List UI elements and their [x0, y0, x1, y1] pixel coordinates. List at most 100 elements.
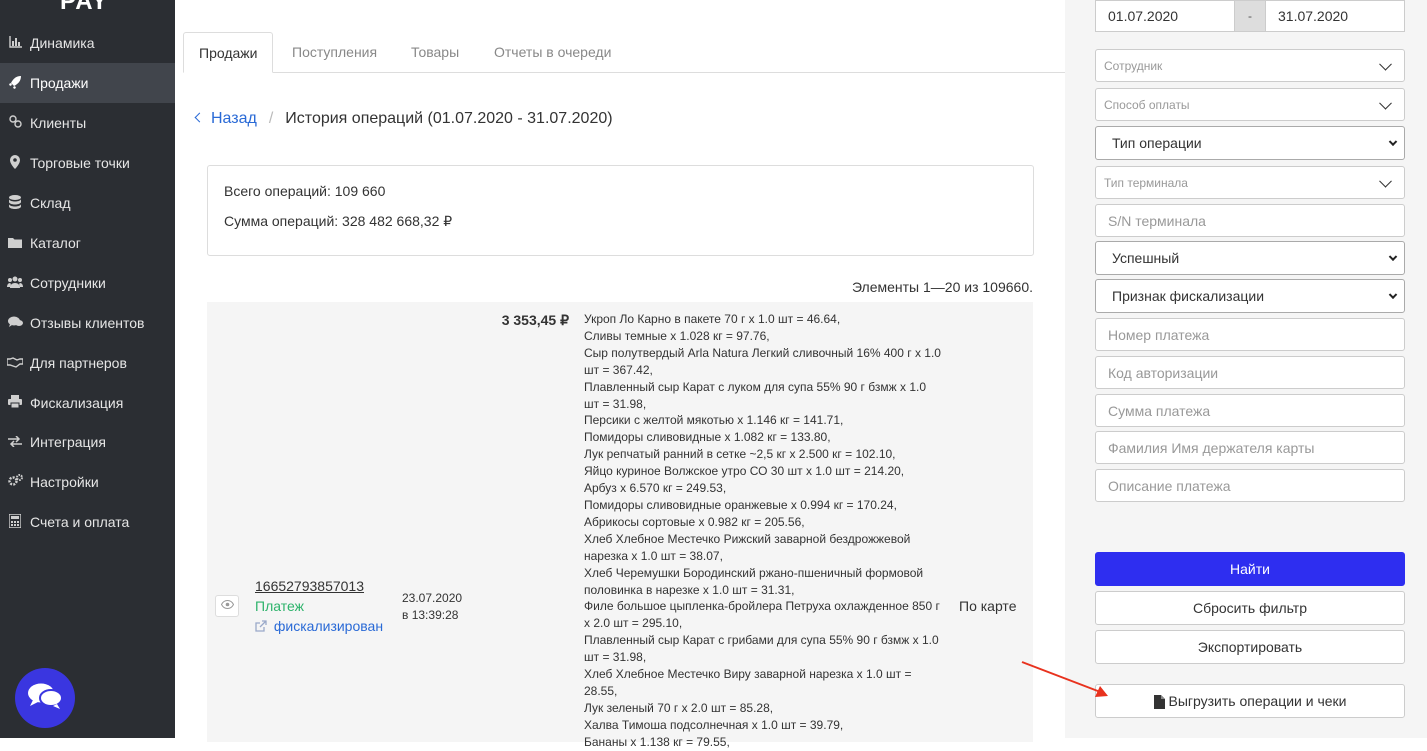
payment-description-placeholder: Описание платежа: [1108, 477, 1231, 494]
payment-number-input[interactable]: Номер платежа: [1095, 318, 1405, 351]
operation-item: Персики с желтой мякотью x 1.146 кг = 14…: [584, 413, 844, 428]
select-arrow-icon: [1388, 137, 1398, 147]
sidebar-item-catalog[interactable]: Каталог: [0, 223, 175, 263]
users-icon: [0, 276, 30, 291]
annotation-arrow-icon: [1021, 661, 1108, 697]
find-button[interactable]: Найти: [1095, 552, 1405, 586]
sidebar-item-integration[interactable]: Интеграция: [0, 422, 175, 462]
date-to-input[interactable]: 31.07.2020: [1265, 0, 1405, 32]
tab-receipts[interactable]: Поступления: [292, 32, 377, 73]
fiscal-status-link[interactable]: фискализирован: [255, 618, 383, 634]
operation-item: Арбуз x 6.570 кг = 249.53,: [584, 481, 727, 496]
chat-icon: [27, 682, 63, 715]
sidebar-item-fiscalization[interactable]: Фискализация: [0, 383, 175, 423]
sidebar-item-label: Счета и оплата: [30, 514, 130, 530]
sidebar-item-label: Интеграция: [30, 434, 106, 450]
sidebar-item-label: Клиенты: [30, 115, 87, 131]
link-icon: [0, 115, 30, 131]
folder-icon: [0, 236, 30, 251]
payment-sum-placeholder: Сумма платежа: [1108, 402, 1211, 419]
sidebar-item-label: Сотрудники: [30, 275, 106, 291]
sidebar-item-warehouse[interactable]: Склад: [0, 183, 175, 223]
auth-code-input[interactable]: Код авторизации: [1095, 356, 1405, 389]
operation-item: Плавленный сыр Карат с луком для супа 55…: [584, 379, 927, 411]
cardholder-input[interactable]: Фамилия Имя держателя карты: [1095, 431, 1405, 464]
sidebar-item-clients[interactable]: Клиенты: [0, 103, 175, 143]
exchange-icon: [0, 434, 30, 450]
map-pin-icon: [0, 154, 30, 172]
sidebar-item-partners[interactable]: Для партнеров: [0, 343, 175, 383]
operation-item: Сыр полутвердый Arla Natura Легкий сливо…: [584, 345, 941, 377]
terminal-sn-input[interactable]: S/N терминала: [1095, 204, 1405, 237]
operation-type-select[interactable]: Тип операции: [1095, 126, 1405, 160]
breadcrumb: Назад / История операций (01.07.2020 - 3…: [193, 110, 613, 128]
sidebar-item-billing[interactable]: Счета и оплата: [0, 502, 175, 542]
file-icon: [1153, 693, 1169, 710]
operation-item: Плавленный сыр Карат с грибами для супа …: [584, 633, 939, 665]
operation-amount: 3 353,45 ₽: [501, 312, 569, 328]
auth-code-placeholder: Код авторизации: [1108, 364, 1219, 381]
pagination-counter: Элементы 1—20 из 109660.: [851, 279, 1033, 295]
sidebar-item-label: Динамика: [30, 35, 95, 51]
sidebar-item-settings[interactable]: Настройки: [0, 462, 175, 502]
tab-sales[interactable]: Продажи: [183, 32, 274, 73]
operation-time: в 13:39:28: [402, 608, 459, 622]
sidebar-item-stores[interactable]: Торговые точки: [0, 143, 175, 183]
eye-icon: [220, 599, 234, 612]
operation-type: Платеж: [255, 598, 304, 614]
sidebar-item-dynamics[interactable]: Динамика: [0, 23, 175, 63]
operation-item: Помидоры сливовидные оранжевые x 0.994 к…: [584, 497, 897, 512]
operation-id-link[interactable]: 16652793857013: [255, 578, 364, 594]
chevron-down-icon: [1379, 57, 1392, 71]
payment-method-select[interactable]: Способ оплаты: [1095, 88, 1405, 121]
operation-item: Помидоры сливовидные x 1.082 кг = 133.80…: [584, 430, 831, 445]
employee-placeholder: Сотрудник: [1104, 58, 1163, 73]
tab-queued-reports[interactable]: Отчеты в очереди: [494, 32, 611, 73]
fiscal-sign-select[interactable]: Признак фискализации: [1095, 279, 1405, 313]
sidebar-item-sales[interactable]: Продажи: [0, 63, 175, 103]
terminal-sn-placeholder: S/N терминала: [1108, 212, 1206, 229]
status-select[interactable]: Успешный: [1095, 241, 1405, 275]
tab-products[interactable]: Товары: [411, 32, 459, 73]
terminal-type-placeholder: Тип терминала: [1104, 175, 1188, 190]
sidebar-item-label: Торговые точки: [30, 155, 130, 171]
sidebar-item-label: Фискализация: [30, 395, 124, 411]
sidebar-item-employees[interactable]: Сотрудники: [0, 263, 175, 303]
rocket-icon: [0, 75, 30, 92]
operation-item: Абрикосы сортовые x 0.982 кг = 205.56,: [584, 514, 805, 529]
payment-sum-input[interactable]: Сумма платежа: [1095, 394, 1405, 427]
sidebar-item-reviews[interactable]: Отзывы клиентов: [0, 303, 175, 343]
date-from-input[interactable]: 01.07.2020: [1095, 0, 1235, 32]
operation-item: Хлеб Черемушки Бородинский ржано-пшеничн…: [584, 565, 924, 597]
operation-type-value: Тип операции: [1112, 135, 1202, 151]
reset-filter-button[interactable]: Сбросить фильтр: [1095, 591, 1405, 625]
sidebar-item-label: Отзывы клиентов: [30, 315, 145, 331]
handshake-icon: [0, 356, 30, 371]
back-link[interactable]: Назад: [193, 110, 257, 128]
operation-item: Сливы темные x 1.028 кг = 97.76,: [584, 328, 770, 343]
payment-description-input[interactable]: Описание платежа: [1095, 469, 1405, 502]
export-button[interactable]: Экспортировать: [1095, 630, 1405, 664]
select-arrow-icon: [1388, 290, 1398, 300]
fiscal-status-label: фискализирован: [273, 618, 384, 634]
employee-select[interactable]: Сотрудник: [1095, 49, 1405, 82]
app-logo: PAY: [60, 0, 109, 15]
chat-widget-button[interactable]: [15, 668, 75, 728]
operation-item: Укроп Ло Карно в пакете 70 г x 1.0 шт = …: [584, 312, 841, 326]
payment-number-placeholder: Номер платежа: [1108, 326, 1210, 343]
filter-panel: 01.07.2020 - 31.07.2020 Сотрудник Способ…: [1065, 0, 1427, 738]
back-label: Назад: [211, 110, 257, 127]
operation-item: Филе большое цыпленка-бройлера Петруха о…: [584, 599, 940, 631]
total-sum: Сумма операций: 328 482 668,32 ₽: [224, 213, 453, 229]
page-title: История операций (01.07.2020 - 31.07.202…: [285, 110, 613, 127]
operation-item: Яйцо куриное Волжское утро СО 30 шт x 1.…: [584, 464, 905, 479]
payment-method-placeholder: Способ оплаты: [1104, 97, 1190, 112]
gears-icon: [0, 474, 30, 490]
terminal-type-select[interactable]: Тип терминала: [1095, 166, 1405, 199]
view-operation-button[interactable]: [215, 595, 239, 617]
sidebar: PAY Динамика Продажи Клиенты Торговые то…: [0, 0, 175, 738]
download-operations-button[interactable]: Выгрузить операции и чеки: [1095, 684, 1405, 718]
sidebar-item-label: Каталог: [30, 235, 81, 251]
download-operations-label: Выгрузить операции и чеки: [1168, 693, 1347, 709]
date-range: 01.07.2020 - 31.07.2020: [1095, 0, 1405, 32]
